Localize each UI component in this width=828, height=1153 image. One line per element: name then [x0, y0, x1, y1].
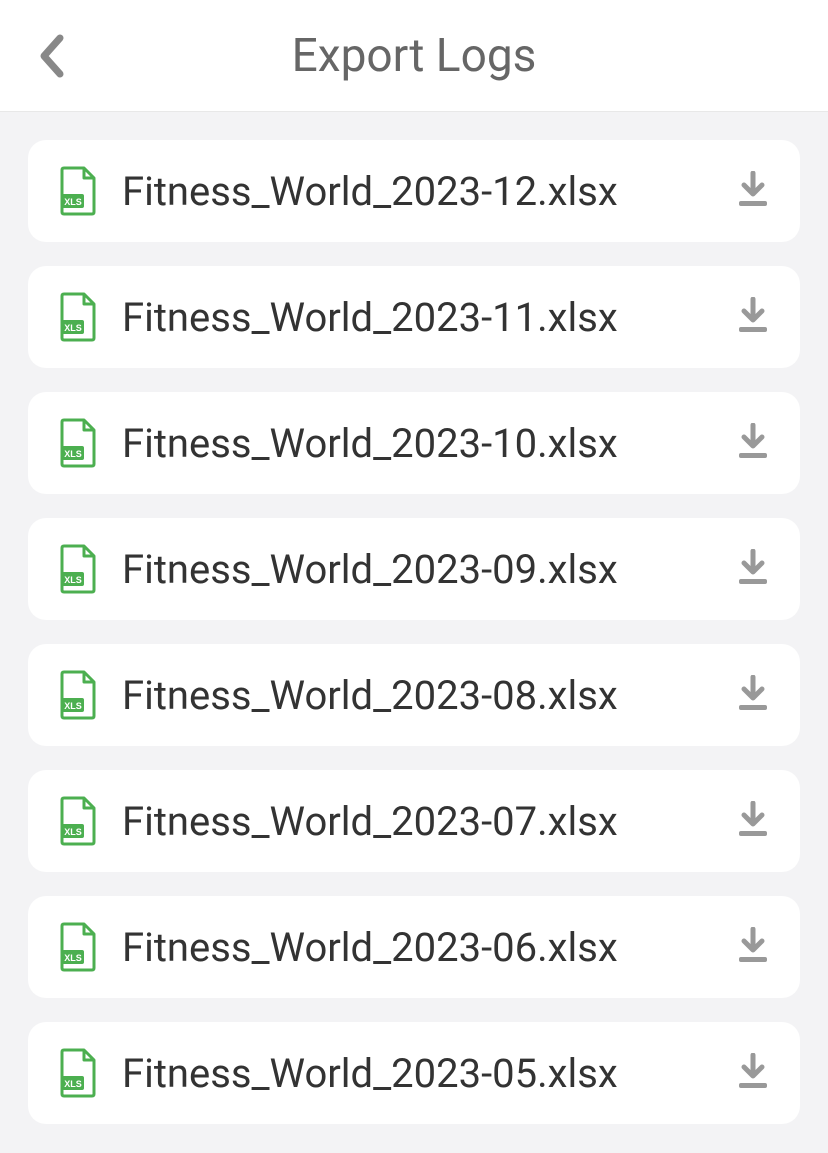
file-list: XLS Fitness_World_2023-12.xlsx XLS Fitne…: [0, 112, 828, 1124]
header: Export Logs: [0, 0, 828, 112]
svg-text:XLS: XLS: [64, 701, 82, 711]
file-name: Fitness_World_2023-12.xlsx: [122, 168, 736, 215]
file-row[interactable]: XLS Fitness_World_2023-11.xlsx: [28, 266, 800, 368]
file-name: Fitness_World_2023-09.xlsx: [122, 546, 736, 593]
svg-text:XLS: XLS: [64, 449, 82, 459]
download-icon: [736, 423, 770, 463]
svg-text:XLS: XLS: [64, 575, 82, 585]
download-icon: [736, 801, 770, 841]
download-button[interactable]: [736, 297, 770, 337]
download-icon: [736, 1053, 770, 1093]
back-button[interactable]: [38, 34, 66, 78]
page-title: Export Logs: [0, 29, 828, 83]
file-row[interactable]: XLS Fitness_World_2023-09.xlsx: [28, 518, 800, 620]
svg-text:XLS: XLS: [64, 1079, 82, 1089]
xls-file-icon: XLS: [58, 292, 98, 342]
xls-file-icon: XLS: [58, 922, 98, 972]
download-button[interactable]: [736, 675, 770, 715]
xls-file-icon: XLS: [58, 670, 98, 720]
file-name: Fitness_World_2023-11.xlsx: [122, 294, 736, 341]
download-icon: [736, 171, 770, 211]
xls-file-icon: XLS: [58, 544, 98, 594]
file-row[interactable]: XLS Fitness_World_2023-12.xlsx: [28, 140, 800, 242]
file-name: Fitness_World_2023-05.xlsx: [122, 1050, 736, 1097]
download-button[interactable]: [736, 423, 770, 463]
download-button[interactable]: [736, 927, 770, 967]
download-button[interactable]: [736, 171, 770, 211]
xls-file-icon: XLS: [58, 796, 98, 846]
download-icon: [736, 927, 770, 967]
svg-text:XLS: XLS: [64, 827, 82, 837]
file-row[interactable]: XLS Fitness_World_2023-08.xlsx: [28, 644, 800, 746]
file-row[interactable]: XLS Fitness_World_2023-06.xlsx: [28, 896, 800, 998]
svg-text:XLS: XLS: [64, 323, 82, 333]
file-name: Fitness_World_2023-06.xlsx: [122, 924, 736, 971]
xls-file-icon: XLS: [58, 418, 98, 468]
xls-file-icon: XLS: [58, 1048, 98, 1098]
svg-text:XLS: XLS: [64, 197, 82, 207]
download-button[interactable]: [736, 801, 770, 841]
file-row[interactable]: XLS Fitness_World_2023-05.xlsx: [28, 1022, 800, 1124]
download-icon: [736, 297, 770, 337]
xls-file-icon: XLS: [58, 166, 98, 216]
file-row[interactable]: XLS Fitness_World_2023-10.xlsx: [28, 392, 800, 494]
svg-text:XLS: XLS: [64, 953, 82, 963]
download-icon: [736, 675, 770, 715]
download-button[interactable]: [736, 549, 770, 589]
file-row[interactable]: XLS Fitness_World_2023-07.xlsx: [28, 770, 800, 872]
chevron-left-icon: [38, 34, 66, 78]
file-name: Fitness_World_2023-10.xlsx: [122, 420, 736, 467]
download-button[interactable]: [736, 1053, 770, 1093]
file-name: Fitness_World_2023-07.xlsx: [122, 798, 736, 845]
download-icon: [736, 549, 770, 589]
file-name: Fitness_World_2023-08.xlsx: [122, 672, 736, 719]
